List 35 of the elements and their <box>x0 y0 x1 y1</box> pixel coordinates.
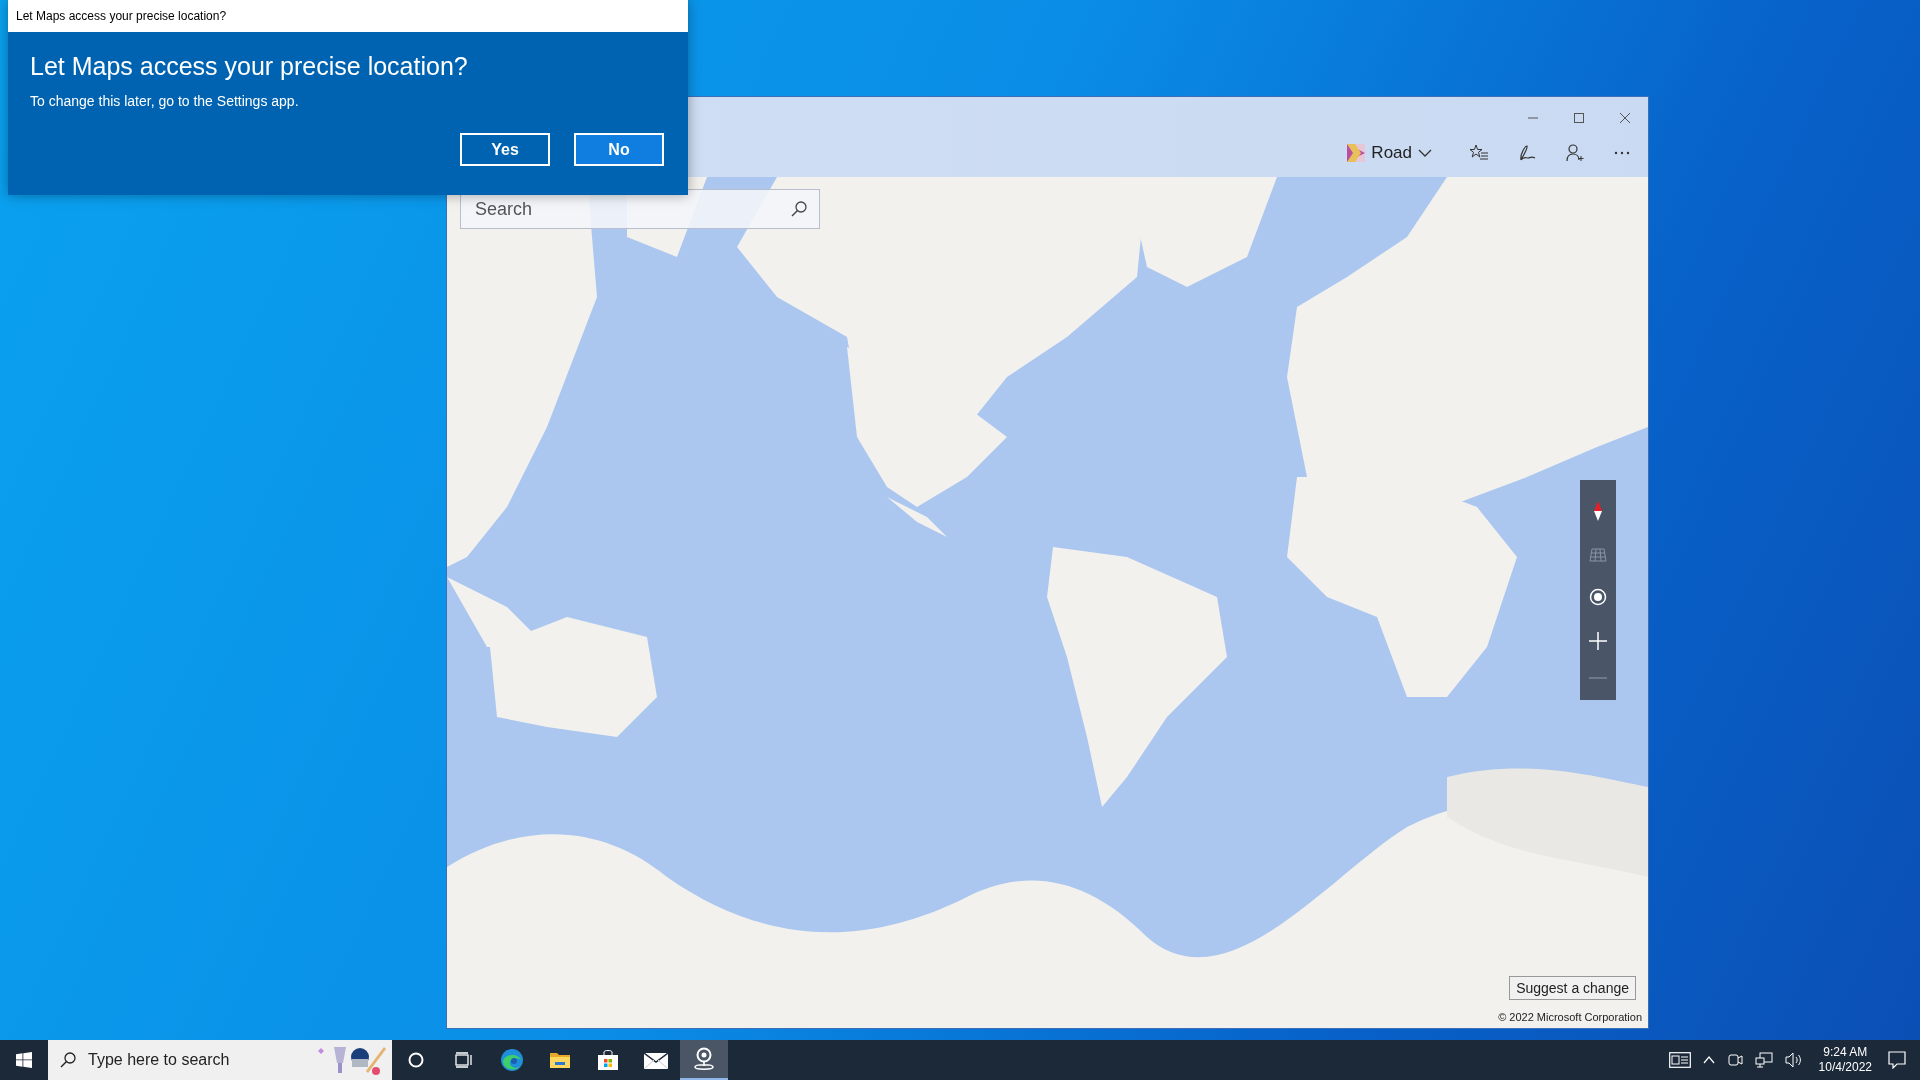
search-icon <box>60 1052 76 1068</box>
windows-logo-icon[interactable] <box>16 1052 32 1068</box>
search-box[interactable]: Search <box>460 189 820 229</box>
zoom-in-icon[interactable] <box>1589 632 1607 651</box>
volume-icon[interactable] <box>1784 1052 1803 1068</box>
close-icon[interactable] <box>1620 113 1630 123</box>
window-title: Let Maps access your precise location? <box>16 9 227 23</box>
dialog-message: To change this later, go to the Settings app. <box>30 93 300 109</box>
more-icon[interactable] <box>1614 151 1630 155</box>
search-field[interactable]: Search <box>473 197 791 221</box>
location-icon[interactable] <box>1589 587 1607 606</box>
dialog-button[interactable]: Yes <box>460 133 550 166</box>
favorites-icon[interactable] <box>1470 144 1488 162</box>
dialog-button[interactable]: No <box>574 133 664 166</box>
caret-up-icon[interactable] <box>1702 1056 1715 1064</box>
map-style-icon <box>1347 144 1366 162</box>
chevron-down-icon <box>1418 149 1432 157</box>
notification-icon[interactable] <box>1888 1051 1906 1069</box>
dialog-heading: Let Maps access your precise location? <box>30 52 469 81</box>
clock-date[interactable]: 10/4/2022 <box>1818 1060 1872 1075</box>
taskbar-search-box[interactable]: Type here to search <box>48 1040 392 1080</box>
news-icon[interactable] <box>1668 1052 1691 1068</box>
clock-time[interactable]: 9:24 AM <box>1823 1045 1868 1060</box>
add-person-icon[interactable] <box>1566 144 1584 162</box>
camera-icon[interactable] <box>1726 1052 1743 1068</box>
compass-icon[interactable] <box>1593 501 1603 522</box>
map-style-button[interactable]: Road <box>1347 143 1440 163</box>
suggest-change-button[interactable]: Suggest a change <box>1509 976 1636 1000</box>
taskbar-search-field[interactable]: Type here to search <box>86 1050 306 1070</box>
map-pin-icon[interactable] <box>680 1040 728 1080</box>
network-icon[interactable] <box>1754 1052 1773 1068</box>
search-icon[interactable] <box>791 201 807 217</box>
maximize-icon[interactable] <box>1574 113 1584 123</box>
copyright-text: © 2022 Microsoft Corporation <box>1498 1011 1642 1023</box>
pen-icon[interactable] <box>1518 144 1536 162</box>
